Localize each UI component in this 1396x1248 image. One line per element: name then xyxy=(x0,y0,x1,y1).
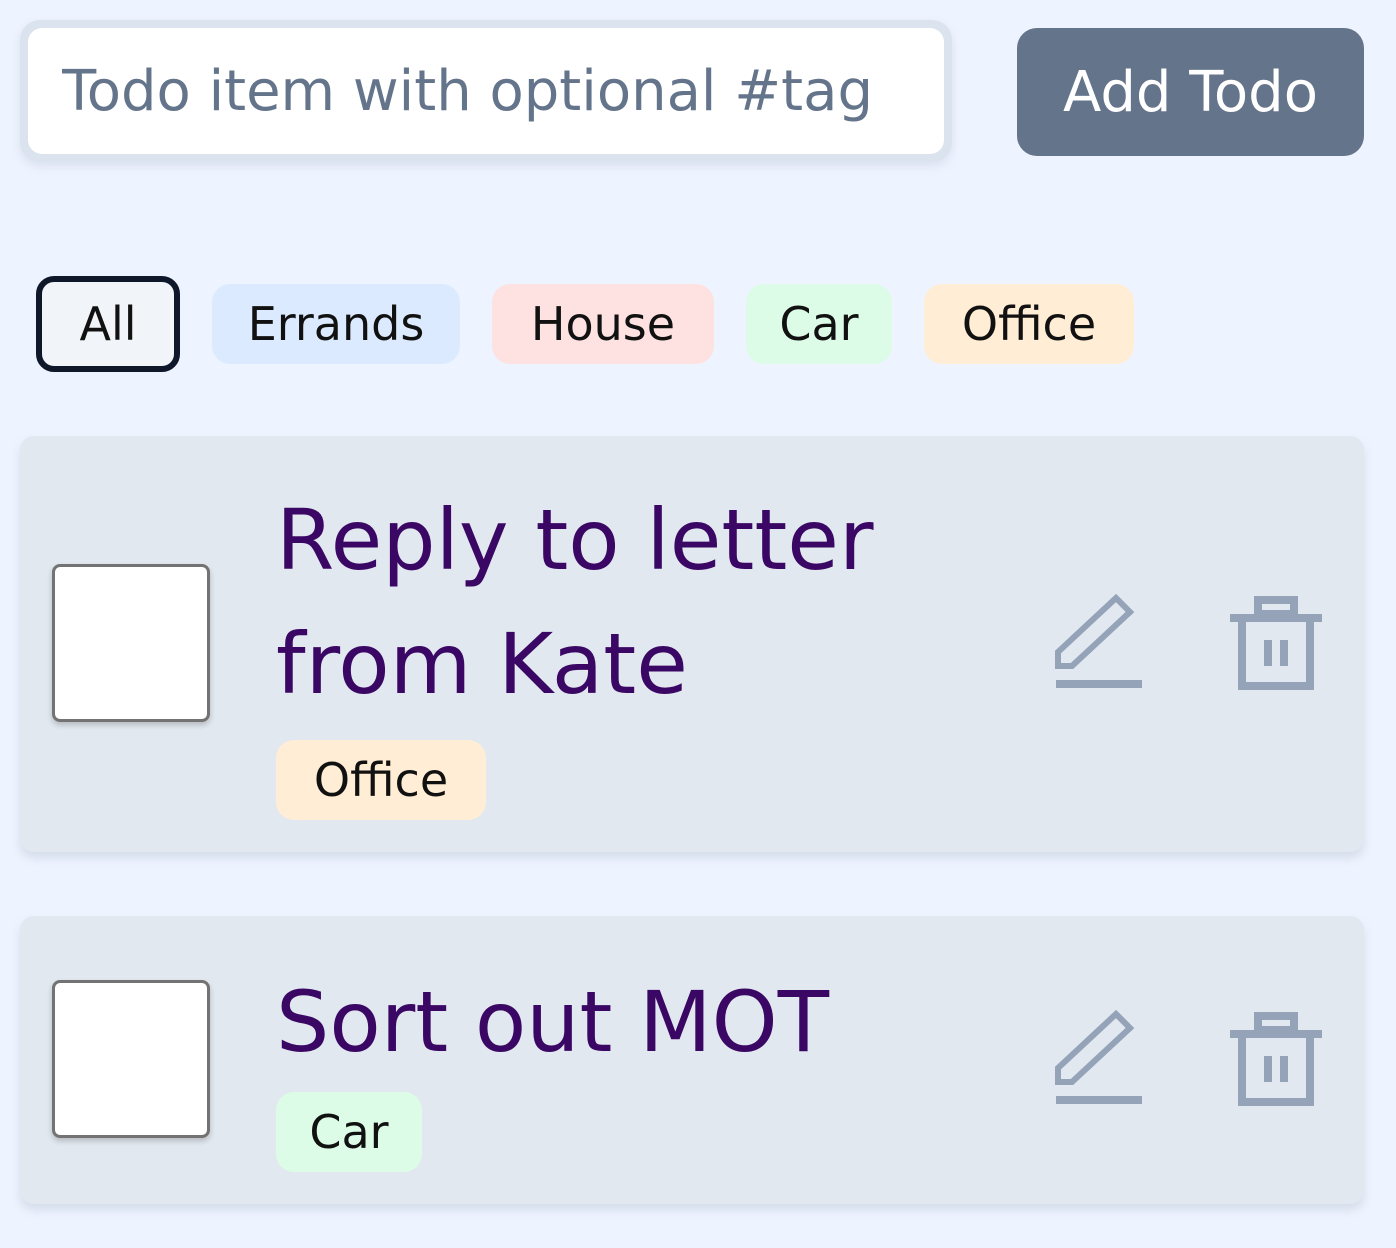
trash-icon xyxy=(1230,1012,1322,1106)
todo-checkbox[interactable] xyxy=(52,564,210,722)
delete-todo-button[interactable] xyxy=(1228,594,1322,694)
todo-item: Reply to letter from Kate Office xyxy=(20,436,1364,852)
todo-item: Sort out MOT Car xyxy=(20,916,1364,1204)
trash-icon xyxy=(1230,596,1322,690)
add-todo-button[interactable]: Add Todo xyxy=(1017,28,1364,156)
filter-office[interactable]: Office xyxy=(924,284,1134,364)
delete-todo-button[interactable] xyxy=(1228,1010,1322,1110)
edit-todo-button[interactable] xyxy=(1054,1010,1144,1110)
pencil-icon xyxy=(1055,1010,1142,1104)
todo-tag-badge: Car xyxy=(276,1092,422,1172)
edit-todo-button[interactable] xyxy=(1054,594,1144,694)
todo-text: Reply to letter from Kate xyxy=(276,491,874,713)
filter-car[interactable]: Car xyxy=(746,284,892,364)
todo-tag-badge: Office xyxy=(276,740,486,820)
new-todo-input[interactable] xyxy=(28,28,944,154)
new-todo-field xyxy=(20,20,952,162)
todo-checkbox[interactable] xyxy=(52,980,210,1138)
filter-house[interactable]: House xyxy=(492,284,714,364)
filter-all[interactable]: All xyxy=(36,276,180,372)
pencil-icon xyxy=(1055,594,1142,688)
tag-filter-bar: All Errands House Car Office xyxy=(36,276,1134,372)
filter-errands[interactable]: Errands xyxy=(212,284,460,364)
todo-text: Sort out MOT xyxy=(276,973,830,1071)
